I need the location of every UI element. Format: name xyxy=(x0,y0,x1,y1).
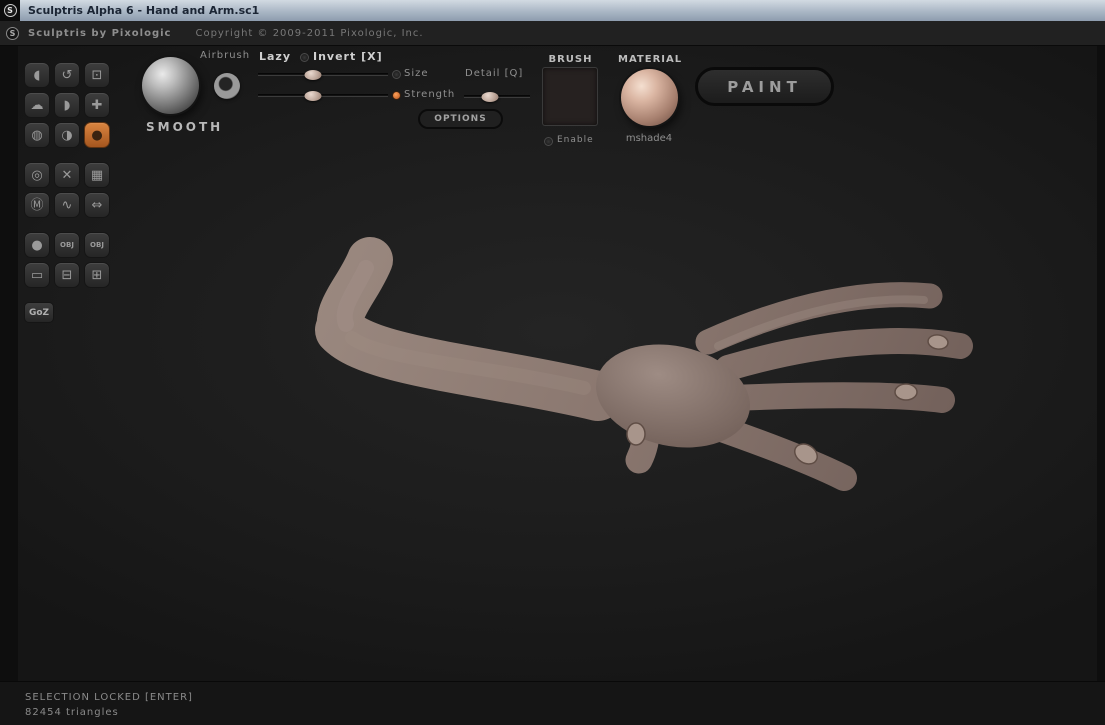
statusbar: SELECTION LOCKED [ENTER] 82454 triangles xyxy=(0,681,1105,725)
save-icon: ⊟ xyxy=(61,267,73,283)
goz-button[interactable]: GoZ xyxy=(24,302,54,323)
flatten-icon: ◗ xyxy=(63,97,71,113)
sculptris-window: S Sculptris Alpha 6 - Hand and Arm.sc1 S… xyxy=(0,0,1105,725)
rotate-icon: ↺ xyxy=(61,67,73,83)
material-sphere[interactable] xyxy=(621,69,678,126)
tool-draw[interactable]: ☁ xyxy=(24,92,50,118)
brush-section-label: BRUSH xyxy=(548,54,593,65)
tool-grid[interactable]: ▦ xyxy=(84,162,110,188)
open-icon: ⊞ xyxy=(91,267,103,283)
tool-mask[interactable]: Ⓜ xyxy=(24,192,50,218)
strength-slider-handle[interactable] xyxy=(304,90,322,101)
brush-preview-sphere xyxy=(142,57,199,114)
tool-pinch[interactable]: ◑ xyxy=(54,122,80,148)
tool-reduce[interactable]: ⇔ xyxy=(84,192,110,218)
options-button[interactable]: OPTIONS xyxy=(418,109,503,129)
material-name: mshade4 xyxy=(625,133,673,144)
selection-status: SELECTION LOCKED [ENTER] xyxy=(25,692,193,703)
tool-new-plane[interactable]: ▭ xyxy=(24,262,50,288)
tool-inflate[interactable]: ◍ xyxy=(24,122,50,148)
tool-open[interactable]: ⊞ xyxy=(84,262,110,288)
detail-slider-handle[interactable] xyxy=(481,91,499,102)
tool-export-obj[interactable]: OBJ xyxy=(84,232,110,258)
tool-import-obj[interactable]: OBJ xyxy=(54,232,80,258)
tool-symmetry[interactable]: ✕ xyxy=(54,162,80,188)
file-tools-group: ● OBJ OBJ ▭ ⊟ ⊞ xyxy=(24,232,114,288)
invert-label: Invert [X] xyxy=(313,50,383,63)
app-name: Sculptris by Pixologic xyxy=(28,27,172,39)
menubar: S Sculptris by Pixologic Copyright © 200… xyxy=(0,21,1105,46)
brush-enable-label: Enable xyxy=(557,135,594,145)
strength-label: Strength xyxy=(404,89,456,100)
sculptris-logo-icon: S xyxy=(3,4,17,17)
mask-icon: Ⓜ xyxy=(30,197,44,213)
draw-icon: ☁ xyxy=(30,97,44,113)
tool-scale[interactable]: ⊡ xyxy=(84,62,110,88)
crease-icon: ◖ xyxy=(33,67,41,83)
tool-wireframe[interactable]: ◎ xyxy=(24,162,50,188)
titlebar[interactable]: S Sculptris Alpha 6 - Hand and Arm.sc1 xyxy=(0,0,1105,21)
tool-crease[interactable]: ◖ xyxy=(24,62,50,88)
size-label: Size xyxy=(404,68,429,79)
window-title: Sculptris Alpha 6 - Hand and Arm.sc1 xyxy=(28,4,260,17)
grid-icon: ▦ xyxy=(90,167,104,183)
wireframe-icon: ◎ xyxy=(31,167,43,183)
smooth-icon: ● xyxy=(91,127,103,143)
detail-label: Detail [Q] xyxy=(465,68,524,79)
tool-rotate[interactable]: ↺ xyxy=(54,62,80,88)
tool-grab[interactable]: ✚ xyxy=(84,92,110,118)
window-icon: S xyxy=(0,0,20,21)
size-slider[interactable] xyxy=(258,69,388,80)
export-obj-icon: OBJ xyxy=(90,240,104,249)
strength-slider[interactable] xyxy=(258,90,388,101)
inflate-icon: ◍ xyxy=(31,127,43,143)
copyright-text: Copyright © 2009-2011 Pixologic, Inc. xyxy=(195,27,424,39)
airbrush-label: Airbrush xyxy=(200,50,251,61)
reduce-icon: ⇔ xyxy=(91,197,103,213)
app-logo-icon: S xyxy=(6,26,19,40)
brush-enable-radio[interactable] xyxy=(544,137,553,146)
airbrush-toggle[interactable] xyxy=(214,73,240,99)
invert-radio[interactable] xyxy=(300,53,309,62)
symmetry-icon: ✕ xyxy=(61,167,73,183)
tool-flatten[interactable]: ◗ xyxy=(54,92,80,118)
material-section-label: MATERIAL xyxy=(618,54,683,65)
strength-radio[interactable] xyxy=(392,91,401,100)
new-sphere-icon: ● xyxy=(31,237,43,253)
wrinkle-icon: ∿ xyxy=(61,197,73,213)
new-plane-icon: ▭ xyxy=(30,267,44,283)
lazy-label: Lazy xyxy=(259,50,292,63)
grab-icon: ✚ xyxy=(91,97,103,113)
view-tools-group: ◎ ✕ ▦ Ⓜ ∿ ⇔ xyxy=(24,162,114,218)
sculpt-tools-group: ◖ ↺ ⊡ ☁ ◗ ✚ ◍ ◑ ● xyxy=(24,62,114,148)
tool-save[interactable]: ⊟ xyxy=(54,262,80,288)
import-obj-icon: OBJ xyxy=(60,240,74,249)
tool-sidebar: ◖ ↺ ⊡ ☁ ◗ ✚ ◍ ◑ ● ◎ ✕ ▦ Ⓜ ∿ ⇔ ● OBJ OBJ … xyxy=(24,62,114,323)
detail-slider[interactable] xyxy=(464,91,530,102)
pinch-icon: ◑ xyxy=(61,127,73,143)
tool-wrinkle[interactable]: ∿ xyxy=(54,192,80,218)
tool-smooth[interactable]: ● xyxy=(84,122,110,148)
active-brush-name: SMOOTH xyxy=(146,120,224,134)
triangle-count: 82454 triangles xyxy=(25,707,119,718)
size-radio[interactable] xyxy=(392,70,401,79)
tool-new-sphere[interactable]: ● xyxy=(24,232,50,258)
paint-mode-button[interactable]: PAINT xyxy=(695,67,834,106)
scale-icon: ⊡ xyxy=(91,67,103,83)
brush-texture-slot[interactable] xyxy=(542,67,598,126)
size-slider-handle[interactable] xyxy=(304,69,322,80)
